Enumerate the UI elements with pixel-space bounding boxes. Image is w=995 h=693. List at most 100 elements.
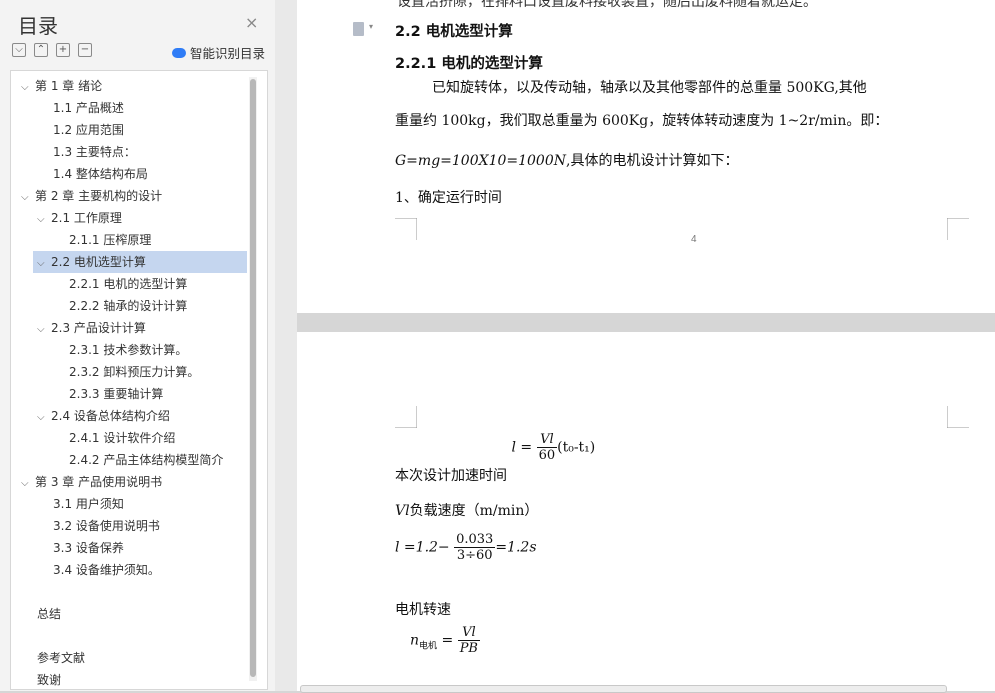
toc-item-label: 1.3 主要特点： [53,145,136,159]
calc-lhs: l =1.2− [395,539,450,556]
chevron-down-icon[interactable]: ⌵ [37,319,51,341]
motor-speed-formula: n电机 = Vl PB [410,625,480,656]
toc-item-label: 第 1 章 绪论 [35,79,103,93]
smart-toc-label: 智能识别目录 [190,46,266,61]
toc-list: ⌵ 第 1 章 绪论 1.1 产品概述 1.2 应用范围 1.3 主要特点： 1.4 整体… [10,70,268,690]
toc-item-label: 1.1 产品概述 [53,101,124,115]
chevron-down-icon[interactable]: ⌵ [37,209,51,231]
toc-item[interactable]: 2.3.1 技术参数计算。 [69,339,187,361]
document-area: 设置活挤隙，在排料口设置废料接收装置，随后出废料随着就运走。 2.2 电机选型计… [275,0,995,691]
toc-item[interactable]: 2.4.1 设计软件介绍 [69,427,175,449]
toc-item[interactable]: ⌵ 第 3 章 产品使用说明书 [21,471,162,493]
toc-item[interactable]: 2.2.1 电机的选型计算 [69,273,187,295]
toc-item[interactable]: 3.2 设备使用说明书 [53,515,160,537]
toc-item[interactable]: 1.3 主要特点： [53,141,136,163]
toc-item[interactable]: 2.1.1 压榨原理 [69,229,151,251]
smart-toc-button[interactable]: 智能识别目录 [172,43,265,62]
toc-item-label: 总结 [37,607,62,621]
load-speed-line: Vl负载速度（m/min） [395,500,538,520]
toc-item[interactable]: 致谢 [37,669,62,689]
calc-rhs: =1.2s [495,539,537,556]
chevron-down-icon[interactable]: ▾ [369,22,373,31]
calc-numerator: 0.033 [454,532,496,548]
toc-item[interactable]: 1.2 应用范围 [53,119,124,141]
toc-item-label: 致谢 [37,673,62,687]
toc-item[interactable]: 2.4.2 产品主体结构模型简介 [69,449,223,471]
crop-mark [947,218,969,240]
toc-item[interactable]: 总结 [37,603,61,625]
close-icon[interactable]: × [245,13,258,32]
toc-item[interactable]: ⌵ 第 1 章 绪论 [21,75,102,97]
toc-item[interactable]: ⌵ 2.1 工作原理 [37,207,122,229]
document-icon[interactable] [353,22,364,36]
n-lhs: n [410,632,420,649]
toc-item[interactable]: 3.1 用户须知 [53,493,124,515]
toc-item[interactable]: ⌵ 第 2 章 主要机构的设计 [21,185,162,207]
toc-item[interactable]: ⌵ 2.4 设备总体结构介绍 [37,405,170,427]
n-eq: = [441,632,454,649]
page-top-cut-text: 设置活挤隙，在排料口设置废料接收装置，随后出废料随着就运走。 [397,0,817,10]
chevron-down-icon[interactable]: ⌵ [21,187,35,209]
toc-item-label: 3.4 设备维护须知。 [53,563,160,577]
toc-item-label: 2.4.1 设计软件介绍 [69,431,176,445]
sidebar-title: 目录 [18,14,58,38]
expand-all-icon[interactable]: ⌵ [12,43,26,57]
crop-mark [947,406,969,428]
toc-item-label: 1.2 应用范围 [53,123,124,137]
crop-mark [395,218,417,240]
add-heading-icon[interactable]: + [56,43,70,57]
page-5: 本次设计加速时间 l = Vl 60 (t₀-t₁) Vl负载速度（m/min）… [297,332,995,691]
toc-item[interactable]: 3.3 设备保养 [53,537,124,559]
accel-denominator: 60 [538,448,556,463]
left-gutter [275,0,297,691]
paragraph-line-2: 重量约 100kg，我们取总重量为 600Kg，旋转体转动速度为 1~2r/mi… [395,113,889,129]
chevron-down-icon[interactable]: ⌵ [37,253,51,275]
toc-item[interactable]: 2.3.3 重要轴计算 [69,383,163,405]
toc-item-label: 3.3 设备保养 [53,541,124,555]
formula-g: G=mg=100X10=1000N [395,153,566,169]
n-subscript: 电机 [419,641,438,652]
chevron-down-icon[interactable]: ⌵ [37,407,51,429]
toc-item[interactable]: 2.2.2 轴承的设计计算 [69,295,187,317]
toc-item[interactable]: 1.1 产品概述 [53,97,124,119]
toc-item[interactable]: ⌵ 2.3 产品设计计算 [37,317,146,339]
accel-label: 本次设计加速时间 [395,467,507,484]
toc-item-label: 2.2 电机选型计算 [51,255,146,269]
n-fraction: Vl PB [457,625,480,656]
toc-item-label: 2.3.1 技术参数计算。 [69,343,188,357]
heading-2-2: 2.2 电机选型计算 [395,24,513,40]
toc-item-label: 2.2.1 电机的选型计算 [69,277,188,291]
toc-item[interactable]: 参考文献 [37,647,85,669]
motor-speed-label: 电机转速 [395,602,451,618]
accel-tail: (t₀-t₁) [557,439,596,456]
step-1-label: 1、确定运行时间 [395,190,502,206]
toc-item-label: 2.1 工作原理 [51,211,122,225]
toc-item-label: 第 3 章 产品使用说明书 [35,475,163,489]
toc-item-label: 2.3.2 卸料预压力计算。 [69,365,200,379]
toc-scrollbar-thumb[interactable] [250,79,256,677]
paragraph-line-1: 已知旋转体，以及传动轴，轴承以及其他零部件的总重量 500KG,其他 [432,80,867,96]
accel-fraction: Vl 60 [536,432,558,463]
toc-item-label: 第 2 章 主要机构的设计 [35,189,163,203]
toc-item[interactable]: 1.4 整体结构布局 [53,163,148,185]
chevron-down-icon[interactable]: ⌵ [21,77,35,99]
horizontal-scrollbar[interactable] [300,685,947,693]
toc-item-label: 2.3.3 重要轴计算 [69,387,164,401]
n-denominator: PB [459,641,478,656]
ai-icon [172,47,186,58]
collapse-all-icon[interactable]: ⌃ [34,43,48,57]
load-symbol: Vl [395,503,410,519]
toc-item-label: 2.2.2 轴承的设计计算 [69,299,188,313]
page-4: 设置活挤隙，在排料口设置废料接收装置，随后出废料随着就运走。 2.2 电机选型计… [297,0,995,313]
formula-g-line: G=mg=100X10=1000N,具体的电机设计计算如下： [395,150,738,170]
remove-heading-icon[interactable]: − [78,43,92,57]
chevron-down-icon[interactable]: ⌵ [21,473,35,495]
toc-item-label: 2.1.1 压榨原理 [69,233,152,247]
accel-lhs: l = [511,439,533,456]
formula-g-after: ,具体的电机设计计算如下： [566,153,739,169]
toc-item[interactable]: 2.3.2 卸料预压力计算。 [69,361,199,383]
n-numerator: Vl [457,625,480,641]
toc-item[interactable]: 3.4 设备维护须知。 [53,559,160,581]
calc-denominator: 3÷60 [456,548,493,563]
toc-item[interactable]: ⌵ 2.2 电机选型计算 [37,251,146,273]
